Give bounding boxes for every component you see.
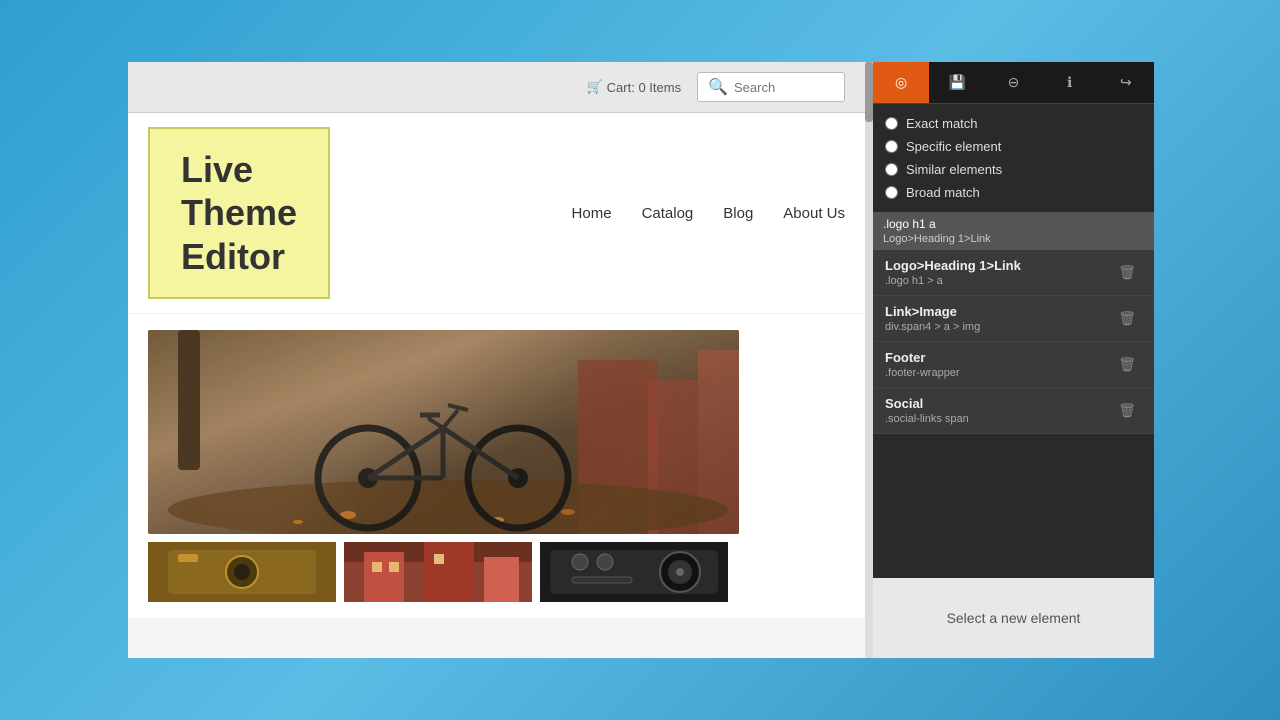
radio-similar[interactable] [885,163,898,176]
element-item-2[interactable]: Footer .footer-wrapper 🗑 [873,342,1154,388]
nav-link-about[interactable]: About Us [783,205,845,222]
element-selector-2: .footer-wrapper [885,367,1112,379]
radio-broad[interactable] [885,186,898,199]
tab-remove[interactable]: ⊖ [985,62,1041,103]
match-options: Exact match Specific element Similar ele… [873,104,1154,212]
element-info-2: Footer .footer-wrapper [885,350,1112,379]
logo-text: LiveThemeEditor [181,148,297,278]
remove-icon: ⊖ [1008,74,1020,91]
delete-btn-3[interactable]: 🗑 [1112,400,1142,421]
search-box: 🔍 [697,72,845,102]
cart-icon: 🛒 [586,79,602,95]
main-window: 🛒 Cart: 0 Items 🔍 LiveThemeEditor Home C… [128,62,1154,658]
label-specific: Specific element [906,139,1001,154]
element-item-1[interactable]: Link>Image div.span4 > a > img 🗑 [873,296,1154,342]
selector-input: .logo h1 a [883,217,1144,231]
hero-image [148,330,739,534]
tab-save[interactable]: 💾 [929,62,985,103]
label-similar: Similar elements [906,162,1002,177]
radio-specific[interactable] [885,140,898,153]
export-icon: ↪ [1120,74,1132,91]
preview-topbar: 🛒 Cart: 0 Items 🔍 [128,62,865,113]
label-exact: Exact match [906,116,978,131]
scrollbar-thumb[interactable] [865,62,873,122]
nav-link-blog[interactable]: Blog [723,205,753,222]
element-selector-1: div.span4 > a > img [885,321,1112,333]
tab-info[interactable]: ℹ [1042,62,1098,103]
tab-export[interactable]: ↪ [1098,62,1154,103]
select-new-label: Select a new element [947,610,1081,626]
element-name-3: Social [885,396,1112,411]
element-list: Logo>Heading 1>Link .logo h1 > a 🗑 Link>… [873,250,1154,578]
element-selector-0: .logo h1 > a [885,275,1112,287]
delete-btn-1[interactable]: 🗑 [1112,308,1142,329]
preview-nav: LiveThemeEditor Home Catalog Blog About … [128,113,865,314]
thumb-row [148,542,845,602]
match-option-similar[interactable]: Similar elements [885,158,1142,181]
element-name-1: Link>Image [885,304,1112,319]
match-option-specific[interactable]: Specific element [885,135,1142,158]
cart-label: Cart: 0 Items [607,80,681,95]
element-name-2: Footer [885,350,1112,365]
info-icon: ℹ [1067,74,1072,91]
tab-target[interactable]: ◎ [873,62,929,103]
nav-links: Home Catalog Blog About Us [572,205,845,222]
element-info-0: Logo>Heading 1>Link .logo h1 > a [885,258,1112,287]
delete-btn-0[interactable]: 🗑 [1112,262,1142,283]
right-panel: ◎ 💾 ⊖ ℹ ↪ Exact match Specific el [873,62,1154,658]
thumb-camera [148,542,336,602]
match-option-exact[interactable]: Exact match [885,112,1142,135]
select-new-area[interactable]: Select a new element [873,578,1154,658]
save-icon: 💾 [949,74,966,91]
element-item-3[interactable]: Social .social-links span 🗑 [873,388,1154,434]
search-input[interactable] [734,80,834,95]
nav-link-home[interactable]: Home [572,205,612,222]
label-broad: Broad match [906,185,980,200]
element-info-1: Link>Image div.span4 > a > img [885,304,1112,333]
element-selector-3: .social-links span [885,413,1112,425]
cart-link[interactable]: 🛒 Cart: 0 Items [586,79,681,95]
target-icon: ◎ [895,74,907,91]
preview-scrollbar[interactable] [865,62,873,658]
thumb-audio [540,542,728,602]
element-item-0[interactable]: Logo>Heading 1>Link .logo h1 > a 🗑 [873,250,1154,296]
logo-box: LiveThemeEditor [148,127,330,299]
match-option-broad[interactable]: Broad match [885,181,1142,204]
thumb-building [344,542,532,602]
preview-area: 🛒 Cart: 0 Items 🔍 LiveThemeEditor Home C… [128,62,865,658]
delete-btn-2[interactable]: 🗑 [1112,354,1142,375]
search-icon: 🔍 [708,77,728,97]
panel-tabs: ◎ 💾 ⊖ ℹ ↪ [873,62,1154,104]
element-info-3: Social .social-links span [885,396,1112,425]
selector-breadcrumb: .logo h1 a Logo>Heading 1>Link [873,212,1154,250]
radio-exact[interactable] [885,117,898,130]
preview-content [128,314,865,618]
selector-path: Logo>Heading 1>Link [883,233,1144,245]
element-name-0: Logo>Heading 1>Link [885,258,1112,273]
nav-link-catalog[interactable]: Catalog [642,205,694,222]
